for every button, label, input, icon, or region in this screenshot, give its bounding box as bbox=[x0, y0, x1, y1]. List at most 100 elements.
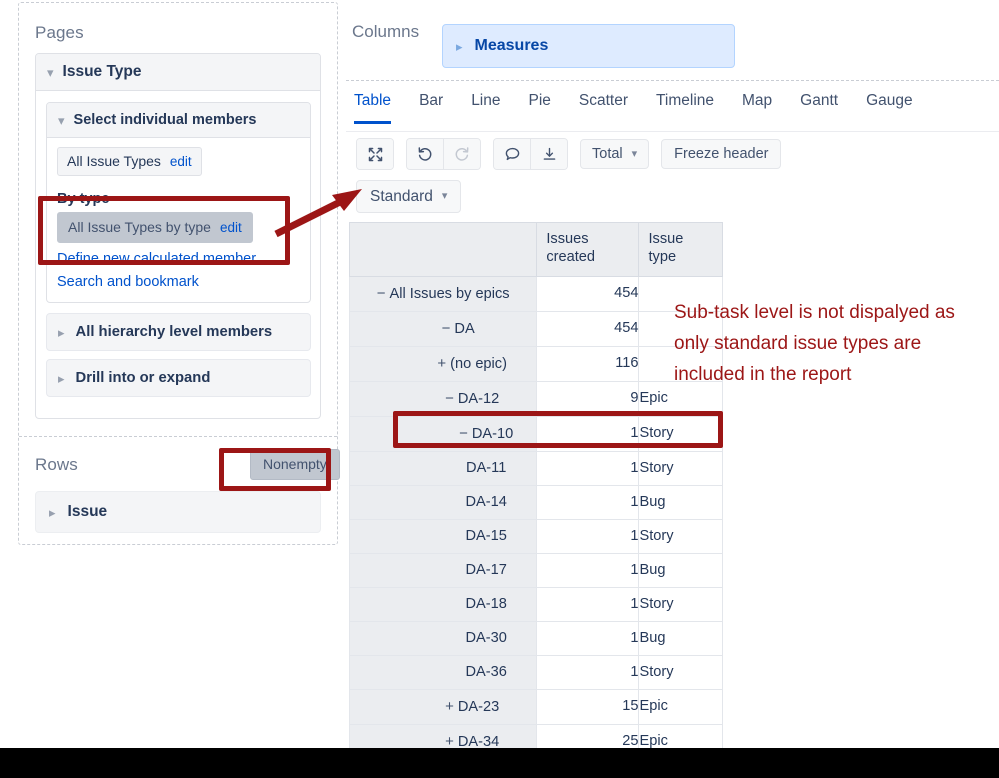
table-row[interactable]: DA-30 1 Bug bbox=[348, 620, 723, 656]
table-cell-label[interactable]: + (no epic) bbox=[348, 345, 538, 382]
table-cell-label[interactable]: DA-11 bbox=[348, 450, 538, 486]
expand-icon[interactable]: + bbox=[437, 347, 446, 380]
chip-all-issue-types-by-type[interactable]: All Issue Types by type edit bbox=[57, 212, 253, 243]
freeze-header-label: Freeze header bbox=[674, 146, 769, 162]
select-individual-members-header[interactable]: ▾ Select individual members bbox=[47, 103, 310, 138]
chip-all-issue-types-by-type-label: All Issue Types by type bbox=[68, 219, 211, 235]
expand-group bbox=[356, 138, 394, 170]
table-row[interactable]: − All Issues by epics 454 bbox=[348, 275, 723, 312]
tab-timeline[interactable]: Timeline bbox=[656, 88, 714, 124]
table-cell-label-text: DA bbox=[454, 320, 475, 337]
table-cell-label[interactable]: DA-36 bbox=[348, 654, 538, 690]
table-cell-label[interactable]: DA-30 bbox=[348, 620, 538, 656]
download-icon-button[interactable] bbox=[531, 139, 567, 169]
table-cell-issues-created: 1 bbox=[536, 450, 640, 486]
chevron-down-icon: ▾ bbox=[58, 112, 65, 128]
table-row[interactable]: − DA-12 9 Epic bbox=[348, 380, 723, 417]
table-cell-label[interactable]: DA-14 bbox=[348, 484, 538, 520]
freeze-header-button[interactable]: Freeze header bbox=[661, 139, 782, 169]
table-cell-label[interactable]: − All Issues by epics bbox=[348, 275, 538, 312]
comment-icon-button[interactable] bbox=[494, 139, 531, 169]
table-row[interactable]: − DA 454 bbox=[348, 310, 723, 347]
measures-label: Measures bbox=[474, 37, 549, 54]
nonempty-button[interactable]: Nonempty bbox=[250, 449, 340, 480]
table-row[interactable]: DA-18 1 Story bbox=[348, 586, 723, 622]
table-row[interactable]: DA-15 1 Story bbox=[348, 518, 723, 554]
annotation-note-text: Sub-task level is not dispalyed as only … bbox=[674, 302, 955, 385]
chevron-right-icon: ▸ bbox=[58, 370, 65, 386]
collapse-icon[interactable]: − bbox=[445, 382, 454, 415]
table-cell-label[interactable]: DA-18 bbox=[348, 586, 538, 622]
all-hierarchy-level-members-label: All hierarchy level members bbox=[75, 324, 273, 340]
table-cell-issues-created: 15 bbox=[536, 688, 640, 725]
table-cell-label[interactable]: − DA bbox=[348, 310, 538, 347]
table-cell-label-text: All Issues by epics bbox=[389, 285, 510, 302]
table-cell-label-text: DA-30 bbox=[465, 629, 507, 646]
edit-link-by-type[interactable]: edit bbox=[220, 220, 242, 235]
expand-icon-button[interactable] bbox=[357, 139, 393, 169]
rows-section: Rows Nonempty ▸ Issue bbox=[19, 437, 340, 544]
table-cell-issues-created: 454 bbox=[536, 275, 640, 312]
table-cell-label[interactable]: + DA-23 bbox=[348, 688, 538, 725]
search-and-bookmark-link[interactable]: Search and bookmark bbox=[57, 274, 199, 290]
table-cell-issues-created: 1 bbox=[536, 552, 640, 588]
measures-field[interactable]: ▸ Measures bbox=[442, 24, 735, 68]
table-cell-issue-type: Epic bbox=[638, 688, 723, 725]
table-cell-label-text: DA-17 bbox=[465, 561, 507, 578]
chip-all-issue-types[interactable]: All Issue Types edit bbox=[57, 147, 202, 176]
define-new-calculated-member-link[interactable]: Define new calculated member bbox=[57, 251, 256, 267]
tab-line[interactable]: Line bbox=[471, 88, 500, 124]
total-dropdown[interactable]: Total ▾ bbox=[580, 139, 650, 169]
pages-section: Pages ▾ Issue Type ▾ Select individual m… bbox=[19, 3, 337, 437]
rows-item-issue-label: Issue bbox=[67, 503, 108, 520]
table-header-issues-created: Issues created bbox=[536, 222, 640, 277]
collapse-icon[interactable]: − bbox=[442, 312, 451, 345]
edit-link-all-issue-types[interactable]: edit bbox=[170, 154, 192, 169]
table-cell-label[interactable]: DA-17 bbox=[348, 552, 538, 588]
table-cell-label[interactable]: − DA-12 bbox=[348, 380, 538, 417]
select-individual-members-title: Select individual members bbox=[73, 112, 257, 128]
collapse-icon[interactable]: − bbox=[459, 417, 468, 450]
by-type-label: By type bbox=[57, 191, 110, 207]
table-cell-label-text: DA-14 bbox=[465, 493, 507, 510]
undo-icon-button[interactable] bbox=[407, 139, 444, 169]
rows-item-issue[interactable]: ▸ Issue bbox=[35, 491, 321, 533]
table-row[interactable]: + DA-23 15 Epic bbox=[348, 688, 723, 725]
table-row[interactable]: − DA-10 1 Story bbox=[348, 415, 723, 452]
tab-pie[interactable]: Pie bbox=[529, 88, 551, 124]
table-cell-label[interactable]: − DA-10 bbox=[348, 415, 538, 452]
expand-icon[interactable]: + bbox=[445, 690, 454, 723]
collapse-icon[interactable]: − bbox=[377, 277, 386, 310]
standard-dropdown[interactable]: Standard ▾ bbox=[356, 180, 462, 213]
tab-map[interactable]: Map bbox=[742, 88, 772, 124]
table-header-issue-type: Issue type bbox=[638, 222, 723, 277]
drill-into-or-expand-label: Drill into or expand bbox=[75, 370, 211, 386]
table-row[interactable]: + (no epic) 116 bbox=[348, 345, 723, 382]
table-cell-issue-type: Story bbox=[638, 654, 723, 690]
table-cell-issues-created: 116 bbox=[536, 345, 640, 382]
chevron-right-icon: ▸ bbox=[456, 38, 463, 54]
table-cell-issue-type: Story bbox=[638, 415, 723, 452]
chevron-down-icon: ▾ bbox=[631, 147, 638, 160]
table-cell-issue-type: Bug bbox=[638, 552, 723, 588]
tab-gantt[interactable]: Gantt bbox=[800, 88, 838, 124]
issue-type-card-header[interactable]: ▾ Issue Type bbox=[36, 54, 320, 91]
table-row[interactable]: DA-17 1 Bug bbox=[348, 552, 723, 588]
pivot-table-body: − All Issues by epics 454− DA 454 + (no epic) 1… bbox=[348, 275, 723, 760]
table-row[interactable]: DA-11 1 Story bbox=[348, 450, 723, 486]
table-row[interactable]: DA-36 1 Story bbox=[348, 654, 723, 690]
table-cell-label-text: DA-18 bbox=[465, 595, 507, 612]
tab-table[interactable]: Table bbox=[354, 88, 392, 124]
table-cell-label-text: DA-36 bbox=[465, 663, 507, 680]
tab-bar[interactable]: Bar bbox=[419, 88, 443, 124]
drill-into-or-expand-bar[interactable]: ▸ Drill into or expand bbox=[46, 359, 311, 397]
all-hierarchy-level-members-bar[interactable]: ▸ All hierarchy level members bbox=[46, 313, 311, 351]
tab-gauge[interactable]: Gauge bbox=[866, 88, 913, 124]
redo-icon-button[interactable] bbox=[444, 139, 480, 169]
table-cell-label-text: DA-23 bbox=[457, 698, 500, 715]
table-cell-label[interactable]: DA-15 bbox=[348, 518, 538, 554]
table-cell-issue-type: Story bbox=[638, 450, 723, 486]
table-row[interactable]: DA-14 1 Bug bbox=[348, 484, 723, 520]
tab-scatter[interactable]: Scatter bbox=[579, 88, 628, 124]
table-header-corner bbox=[348, 222, 538, 277]
